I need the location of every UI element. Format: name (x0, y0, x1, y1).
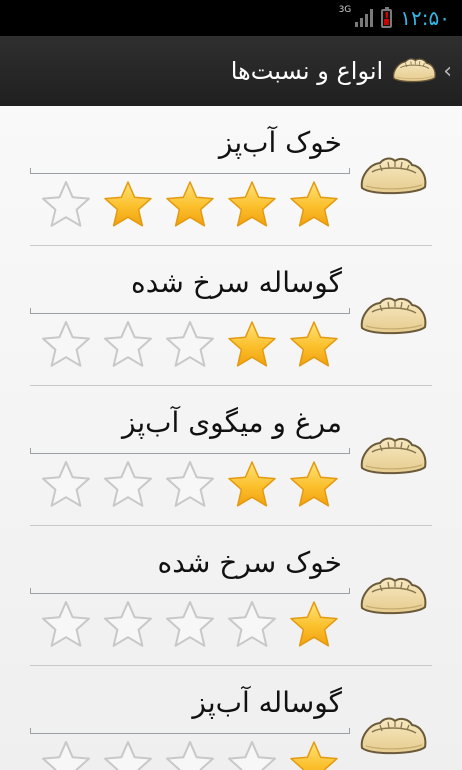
star-empty-icon[interactable] (40, 319, 92, 369)
star-filled-icon[interactable] (164, 179, 216, 229)
status-bar: 3G ! ۱۲:۵۰ (0, 0, 462, 36)
star-filled-icon[interactable] (288, 459, 340, 509)
star-empty-icon[interactable] (164, 599, 216, 649)
title-underline (30, 308, 350, 314)
star-filled-icon[interactable] (226, 319, 278, 369)
signal-icon (355, 9, 374, 27)
item-title: مرغ و میگوی آب‌پز (121, 406, 342, 439)
list-item[interactable]: خوک سرخ شده (0, 526, 462, 666)
star-filled-icon[interactable] (102, 179, 154, 229)
battery-icon: ! (381, 6, 393, 28)
dumpling-icon (358, 574, 428, 620)
dumpling-icon[interactable] (391, 56, 437, 86)
clock: ۱۲:۵۰ (400, 6, 450, 30)
star-empty-icon[interactable] (40, 459, 92, 509)
page-title: انواع و نسبت‌ها (230, 57, 384, 85)
dumpling-icon (358, 434, 428, 480)
star-filled-icon[interactable] (288, 179, 340, 229)
star-empty-icon[interactable] (226, 739, 278, 770)
star-filled-icon[interactable] (288, 599, 340, 649)
star-empty-icon[interactable] (40, 599, 92, 649)
title-underline (30, 588, 350, 594)
star-empty-icon[interactable] (164, 739, 216, 770)
rating-bar[interactable] (40, 599, 340, 649)
star-empty-icon[interactable] (164, 459, 216, 509)
rating-bar[interactable] (40, 739, 340, 770)
list-item[interactable]: مرغ و میگوی آب‌پز (0, 386, 462, 526)
rating-bar[interactable] (40, 179, 340, 229)
dumpling-icon (358, 294, 428, 340)
title-underline (30, 728, 350, 734)
item-title: گوساله آب‌پز (192, 686, 342, 719)
star-empty-icon[interactable] (40, 739, 92, 770)
list-item[interactable]: خوک آب‌پز (0, 106, 462, 246)
star-empty-icon[interactable] (102, 459, 154, 509)
star-filled-icon[interactable] (226, 179, 278, 229)
item-title: خوک آب‌پز (218, 126, 342, 159)
list-item[interactable]: گوساله سرخ شده (0, 246, 462, 386)
star-empty-icon[interactable] (164, 319, 216, 369)
list-item[interactable]: گوساله آب‌پز (0, 666, 462, 770)
star-empty-icon[interactable] (226, 599, 278, 649)
product-list[interactable]: خوک آب‌پز گوساله سرخ شده مرغ و میگوی آب‌پز… (0, 106, 462, 770)
star-empty-icon[interactable] (102, 319, 154, 369)
action-bar: انواع و نسبت‌ها ‹ (0, 36, 462, 106)
back-chevron-icon[interactable]: ‹ (443, 59, 452, 84)
star-empty-icon[interactable] (102, 599, 154, 649)
title-underline (30, 448, 350, 454)
network-type-label: 3G (338, 5, 352, 15)
title-underline (30, 168, 350, 174)
star-empty-icon[interactable] (40, 179, 92, 229)
dumpling-icon (358, 154, 428, 200)
item-title: گوساله سرخ شده (131, 266, 342, 299)
rating-bar[interactable] (40, 319, 340, 369)
battery-alert-label: ! (384, 9, 390, 24)
dumpling-icon (358, 714, 428, 760)
star-empty-icon[interactable] (102, 739, 154, 770)
item-title: خوک سرخ شده (157, 546, 342, 579)
star-filled-icon[interactable] (288, 319, 340, 369)
star-filled-icon[interactable] (226, 459, 278, 509)
star-filled-icon[interactable] (288, 739, 340, 770)
rating-bar[interactable] (40, 459, 340, 509)
